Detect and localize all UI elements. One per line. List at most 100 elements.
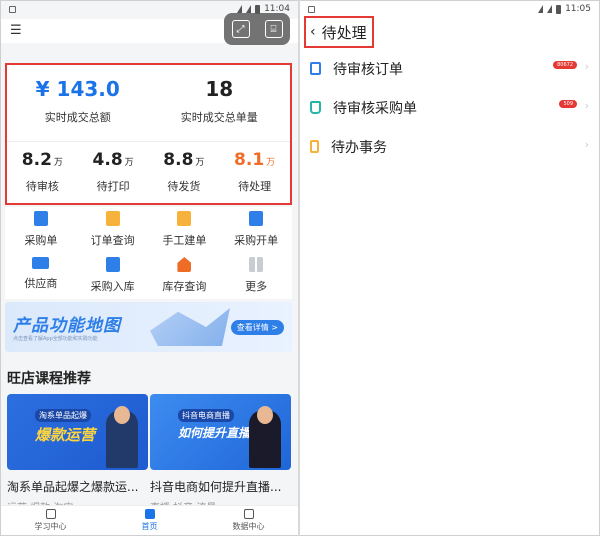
stat-unit: 万: [195, 158, 205, 168]
chevron-right-icon: ›: [584, 60, 589, 73]
status-time: 11:05: [565, 4, 591, 14]
supplier-truck-icon: [32, 257, 50, 269]
grid-item-purchase-create[interactable]: 采购开单: [220, 207, 292, 253]
stat-label: 待打印: [96, 180, 130, 193]
course-tag: 淘系单品起爆: [35, 409, 91, 422]
tab-study-center[interactable]: 学习中心: [1, 506, 100, 535]
grid-label: 采购开单: [234, 234, 279, 247]
study-center-icon: [45, 509, 56, 519]
signal-icon: [246, 5, 252, 13]
back-arrow-icon[interactable]: ‹: [310, 24, 316, 40]
list-item-todo[interactable]: 待办事务 ›: [300, 127, 599, 166]
stat-unit: 万: [266, 158, 276, 168]
banner-illustration: [150, 308, 230, 346]
total-count-stat[interactable]: 18 实时成交总单量: [149, 65, 291, 141]
inventory-house-icon: [177, 257, 192, 272]
tab-label: 数据中心: [232, 522, 265, 531]
grid-label: 更多: [245, 280, 268, 293]
page-title: 待处理: [321, 23, 367, 42]
stat-value: 4.8: [92, 150, 123, 170]
list-item-label: 待审核订单: [333, 61, 403, 78]
feature-grid: 采购单 订单查询 手工建单 采购开单 供应商 采购入库 库存查询 更多: [5, 207, 292, 299]
product-map-banner[interactable]: 产品功能地图 点击查看了解App全部功能和实践功能 查看详情 >: [5, 302, 292, 352]
count-badge: 509: [559, 100, 577, 108]
wifi-icon: [538, 5, 544, 13]
chevron-right-icon: ›: [584, 99, 589, 112]
presenter-face: [257, 406, 273, 424]
notification-icon: [308, 6, 315, 13]
manual-create-icon: [177, 211, 192, 226]
stat-value: 8.2: [21, 150, 52, 170]
stat-pending-process[interactable]: 8.1 万 待处理: [219, 142, 290, 202]
tab-label: 学习中心: [34, 522, 67, 531]
stat-unit: 万: [124, 158, 134, 168]
purchase-inbound-icon: [105, 257, 120, 272]
pending-list: 待审核订单 80672 › 待审核采购单 509 › 待办事务 ›: [300, 49, 599, 166]
stat-pending-ship[interactable]: 8.8 万 待发货: [149, 142, 220, 202]
basket-icon: [310, 101, 321, 114]
fullscreen-icon[interactable]: ⤢: [231, 20, 250, 38]
stat-value: 8.8: [163, 150, 194, 170]
list-item-label: 待办事务: [331, 139, 387, 156]
list-item-label: 待审核采购单: [333, 100, 417, 117]
clipboard-icon: [310, 62, 321, 75]
more-grid-icon: [249, 257, 264, 272]
stat-pending-print[interactable]: 4.8 万 待打印: [78, 142, 149, 202]
banner-detail-button[interactable]: 查看详情 >: [230, 320, 284, 335]
scan-icon[interactable]: ⌸: [264, 20, 283, 38]
bookmark-icon: [310, 140, 319, 153]
total-count-label: 实时成交总单量: [180, 111, 258, 124]
bottom-tab-bar: 学习中心 首页 数据中心: [1, 505, 298, 535]
order-query-icon: [105, 211, 120, 226]
list-item-pending-purchase[interactable]: 待审核采购单 509 ›: [300, 88, 599, 127]
tab-home[interactable]: 首页: [100, 506, 199, 535]
stat-value: 8.1: [234, 150, 265, 170]
notification-icon: [9, 6, 16, 13]
page-header: ‹ 待处理: [304, 16, 374, 48]
course-card[interactable]: 抖音电商直播 如何提升直播效果: [150, 394, 291, 470]
stat-label: 待处理: [238, 180, 272, 193]
data-center-icon: [243, 509, 254, 519]
grid-item-inventory-query[interactable]: 库存查询: [149, 253, 221, 299]
window-controls: ⤢ ⌸: [224, 13, 290, 45]
stat-label: 待审核: [25, 180, 59, 193]
grid-label: 供应商: [24, 277, 58, 290]
total-amount-stat[interactable]: ¥ 143.0 实时成交总额: [7, 65, 149, 141]
grid-item-manual-create[interactable]: 手工建单: [149, 207, 221, 253]
purchase-order-icon: [33, 211, 48, 226]
battery-icon: [556, 4, 562, 14]
grid-label: 采购单: [24, 234, 58, 247]
course-section-title: 旺店课程推荐: [7, 371, 91, 387]
list-item-pending-orders[interactable]: 待审核订单 80672 ›: [300, 49, 599, 88]
course-cover-title: 爆款运营: [35, 426, 96, 444]
stats-card: ¥ 143.0 实时成交总额 18 实时成交总单量 8.2 万 待审核 4.8 万 …: [5, 63, 292, 205]
chevron-right-icon: ›: [584, 138, 589, 151]
tab-data-center[interactable]: 数据中心: [199, 506, 298, 535]
grid-item-order-query[interactable]: 订单查询: [77, 207, 149, 253]
purchase-bag-icon: [249, 211, 264, 226]
home-icon: [144, 509, 155, 519]
course-name[interactable]: 淘系单品起爆之爆款运...: [7, 478, 148, 495]
signal-icon: [547, 5, 553, 13]
grid-item-supplier[interactable]: 供应商: [5, 253, 77, 299]
total-amount-value: ¥ 143.0: [35, 77, 120, 101]
presenter-face: [114, 406, 130, 424]
grid-label: 订单查询: [90, 234, 135, 247]
total-amount-label: 实时成交总额: [44, 111, 111, 124]
grid-label: 手工建单: [162, 234, 207, 247]
banner-title: 产品功能地图: [13, 316, 121, 336]
stat-pending-review[interactable]: 8.2 万 待审核: [7, 142, 78, 202]
course-card[interactable]: 淘系单品起爆 爆款运营: [7, 394, 148, 470]
grid-item-purchase-inbound[interactable]: 采购入库: [77, 253, 149, 299]
stat-label: 待发货: [167, 180, 201, 193]
menu-icon[interactable]: ☰: [10, 23, 22, 38]
grid-label: 采购入库: [90, 280, 135, 293]
grid-label: 库存查询: [162, 280, 207, 293]
top-bar: ☰ ⤢ ⌸: [1, 13, 298, 45]
course-name[interactable]: 抖音电商如何提升直播...: [150, 478, 291, 495]
grid-item-more[interactable]: 更多: [220, 253, 292, 299]
home-screen: 11:04 ☰ ⤢ ⌸ ¥ 143.0 实时成交总额 18 实时成交总单量 8.…: [1, 1, 298, 535]
tab-label: 首页: [141, 522, 158, 531]
grid-item-purchase-order[interactable]: 采购单: [5, 207, 77, 253]
wifi-icon: [237, 5, 243, 13]
